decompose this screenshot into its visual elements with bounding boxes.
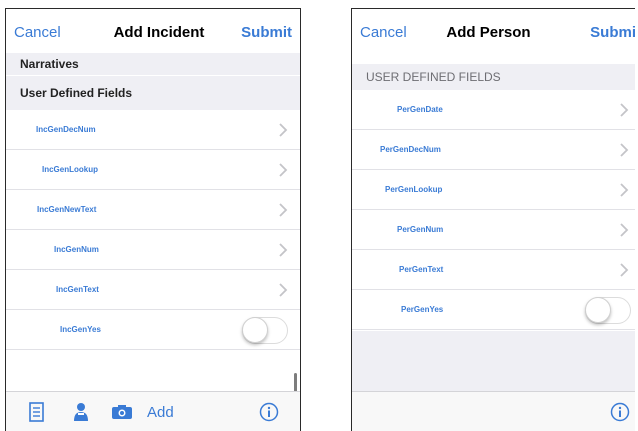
toggle-knob	[242, 317, 268, 343]
document-icon[interactable]	[29, 402, 44, 422]
list-item-incgendecnum[interactable]: IncGenDecNum	[6, 110, 300, 150]
navigation-bar: Cancel Add Incident Submit	[6, 9, 300, 53]
toggle-knob	[585, 297, 611, 323]
navigation-bar: Cancel Add Person Submit	[352, 9, 635, 53]
person-icon[interactable]	[72, 402, 90, 422]
row-label: PerGenYes	[401, 305, 444, 314]
row-label: IncGenNewText	[37, 205, 97, 214]
chevron-right-icon	[279, 203, 288, 217]
chevron-right-icon	[620, 223, 629, 237]
empty-table-area	[352, 331, 635, 392]
list-item-pergennum[interactable]: PerGenNum	[352, 210, 635, 250]
submit-button[interactable]: Submit	[241, 24, 292, 41]
row-label: IncGenDecNum	[36, 125, 96, 134]
info-icon[interactable]	[610, 402, 630, 422]
row-label: PerGenNum	[397, 225, 444, 234]
incgenyes-toggle[interactable]	[242, 317, 288, 344]
bottom-toolbar: Add	[6, 391, 300, 431]
row-label: IncGenNum	[54, 245, 99, 254]
pergenyes-toggle[interactable]	[585, 297, 631, 324]
chevron-right-icon	[279, 163, 288, 177]
list-item-pergenyes: PerGenYes	[352, 290, 635, 330]
row-label: PerGenDate	[397, 105, 443, 114]
bottom-toolbar	[352, 391, 635, 431]
chevron-right-icon	[620, 143, 629, 157]
list-item-pergendecnum[interactable]: PerGenDecNum	[352, 130, 635, 170]
list-item-incgennewtext[interactable]: IncGenNewText	[6, 190, 300, 230]
chevron-right-icon	[620, 183, 629, 197]
chevron-right-icon	[279, 283, 288, 297]
list-item-pergentext[interactable]: PerGenText	[352, 250, 635, 290]
camera-icon[interactable]	[111, 404, 133, 420]
chevron-right-icon	[279, 243, 288, 257]
add-person-screen: Cancel Add Person Submit USER DEFINED FI…	[351, 8, 635, 431]
add-incident-screen: Cancel Add Incident Submit Narratives Us…	[5, 8, 301, 431]
list-item-pergenlookup[interactable]: PerGenLookup	[352, 170, 635, 210]
section-header-narratives[interactable]: Narratives	[6, 53, 300, 75]
list-item-pergendate[interactable]: PerGenDate	[352, 90, 635, 130]
row-label: IncGenYes	[60, 325, 101, 334]
add-button[interactable]: Add	[147, 404, 174, 421]
row-label: PerGenText	[399, 265, 444, 274]
row-label: IncGenText	[56, 285, 99, 294]
chevron-right-icon	[620, 263, 629, 277]
list-item-incgenyes: IncGenYes	[6, 310, 300, 350]
chevron-right-icon	[279, 123, 288, 137]
info-icon[interactable]	[259, 402, 279, 422]
submit-button[interactable]: Submit	[590, 24, 635, 41]
section-header-user-defined-fields: USER DEFINED FIELDS	[352, 64, 635, 90]
row-label: PerGenDecNum	[380, 145, 441, 154]
chevron-right-icon	[620, 103, 629, 117]
row-label: PerGenLookup	[385, 185, 443, 194]
section-header-user-defined-fields: User Defined Fields	[6, 75, 300, 110]
list-item-incgentext[interactable]: IncGenText	[6, 270, 300, 310]
list-item-incgennum[interactable]: IncGenNum	[6, 230, 300, 270]
row-label: IncGenLookup	[42, 165, 98, 174]
list-item-incgenlookup[interactable]: IncGenLookup	[6, 150, 300, 190]
